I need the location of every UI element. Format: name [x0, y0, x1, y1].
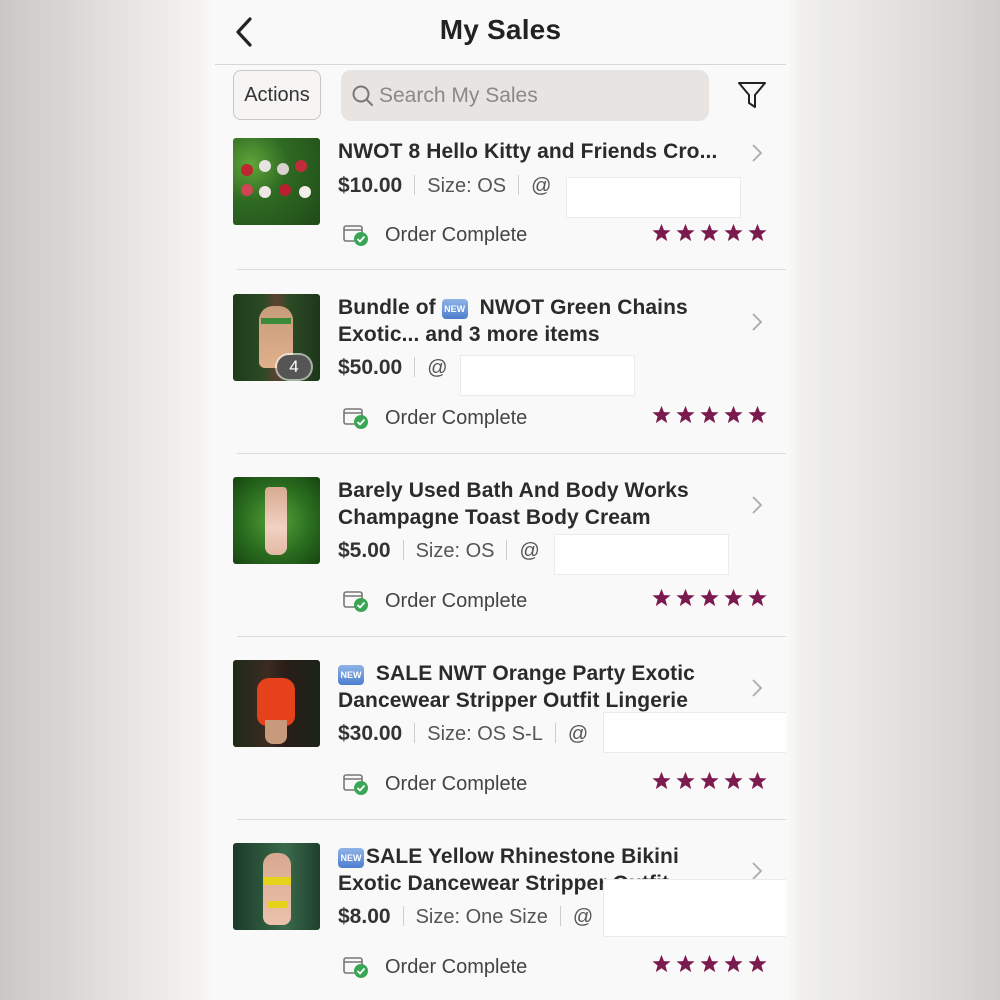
star-icon — [748, 771, 767, 790]
order-status-label: Order Complete — [385, 407, 528, 429]
star-icon — [676, 223, 695, 242]
rating-stars — [651, 770, 768, 791]
header: My Sales — [215, 0, 786, 65]
list-item[interactable]: NEW SALE NWT Orange Party Exotic Dancewe… — [215, 650, 786, 833]
star-icon — [676, 771, 695, 790]
star-icon — [700, 223, 719, 242]
list-item[interactable]: 4 Bundle of NEW NWOT Green Chains Exotic… — [215, 284, 786, 467]
list-item[interactable]: Barely Used Bath And Body Works Champagn… — [215, 467, 786, 650]
item-size: Size: OS — [415, 540, 495, 562]
item-thumbnail — [233, 843, 320, 930]
actions-button[interactable]: Actions — [233, 70, 321, 120]
item-thumbnail — [233, 138, 320, 225]
item-title: Barely Used Bath And Body Works Champagn… — [338, 479, 689, 529]
star-icon — [676, 588, 695, 607]
star-icon — [652, 405, 671, 424]
star-icon — [724, 771, 743, 790]
item-meta: $10.00 Size: OS @ — [338, 174, 551, 198]
phone-screen: My Sales Actions NWOT 8 Hello Kitty and … — [215, 0, 786, 1000]
item-price: $5.00 — [338, 539, 391, 562]
order-status-label: Order Complete — [385, 224, 528, 246]
item-meta: $8.00 Size: One Size @ — [338, 905, 593, 929]
star-icon — [652, 771, 671, 790]
filter-icon[interactable] — [737, 80, 767, 110]
chevron-right-icon — [752, 496, 763, 514]
order-status-label: Order Complete — [385, 590, 528, 612]
star-icon — [676, 954, 695, 973]
item-thumbnail — [233, 477, 320, 564]
new-emoji-icon: NEW — [338, 848, 364, 868]
chevron-right-icon — [752, 313, 763, 331]
item-thumbnail: 4 — [233, 294, 320, 381]
rating-stars — [651, 222, 768, 243]
star-icon — [748, 223, 767, 242]
order-complete-icon — [343, 957, 368, 978]
item-size: Size: OS S-L — [427, 723, 543, 745]
redacted-buyer — [460, 355, 635, 396]
star-icon — [748, 405, 767, 424]
order-complete-icon — [343, 591, 368, 612]
item-price: $30.00 — [338, 722, 403, 745]
new-emoji-icon: NEW — [441, 299, 468, 319]
search-icon — [352, 85, 373, 106]
item-title: NWOT 8 Hello Kitty and Friends Cro... — [338, 140, 718, 163]
item-meta: $30.00 Size: OS S-L @ — [338, 722, 588, 746]
rating-stars — [651, 953, 768, 974]
item-size: Size: One Size — [415, 906, 548, 928]
item-price: $50.00 — [338, 356, 403, 379]
star-icon — [748, 954, 767, 973]
star-icon — [676, 405, 695, 424]
star-icon — [700, 771, 719, 790]
buyer-handle: @ — [519, 540, 540, 562]
item-size: Size: OS — [427, 175, 507, 197]
bundle-count-badge: 4 — [277, 355, 311, 379]
search-bar[interactable] — [341, 70, 709, 121]
star-icon — [748, 588, 767, 607]
buyer-handle: @ — [531, 175, 552, 197]
chevron-right-icon — [752, 679, 763, 697]
item-meta: $50.00 @ — [338, 356, 448, 380]
order-status-label: Order Complete — [385, 773, 528, 795]
buyer-handle: @ — [427, 357, 448, 379]
star-icon — [700, 954, 719, 973]
item-price: $10.00 — [338, 174, 403, 197]
new-emoji-icon: NEW — [338, 665, 364, 685]
redacted-buyer — [566, 177, 741, 218]
redacted-buyer — [603, 879, 786, 937]
chevron-right-icon — [752, 144, 763, 162]
item-title: Bundle of NEW NWOT Green Chains Exotic..… — [338, 296, 688, 346]
star-icon — [700, 405, 719, 424]
star-icon — [652, 954, 671, 973]
buyer-handle: @ — [567, 723, 589, 745]
item-thumbnail — [233, 660, 320, 747]
search-input[interactable] — [379, 70, 699, 121]
buyer-handle: @ — [572, 906, 594, 928]
star-icon — [724, 405, 743, 424]
order-complete-icon — [343, 225, 368, 246]
order-complete-icon — [343, 774, 368, 795]
page-title: My Sales — [439, 14, 562, 45]
item-meta: $5.00 Size: OS @ — [338, 539, 540, 563]
redacted-buyer — [554, 534, 729, 575]
star-icon — [724, 954, 743, 973]
star-icon — [652, 223, 671, 242]
rating-stars — [651, 404, 768, 425]
star-icon — [724, 223, 743, 242]
star-icon — [700, 588, 719, 607]
star-icon — [724, 588, 743, 607]
toolbar: Actions — [215, 65, 786, 127]
item-price: $8.00 — [338, 905, 391, 928]
order-status-label: Order Complete — [385, 956, 528, 978]
redacted-buyer — [603, 712, 786, 753]
order-complete-icon — [343, 408, 368, 429]
item-title: NEW SALE NWT Orange Party Exotic Dancewe… — [338, 662, 695, 712]
rating-stars — [651, 587, 768, 608]
list-item[interactable]: NEW SALE Yellow Rhinestone Bikini Exotic … — [215, 833, 786, 1000]
star-icon — [652, 588, 671, 607]
